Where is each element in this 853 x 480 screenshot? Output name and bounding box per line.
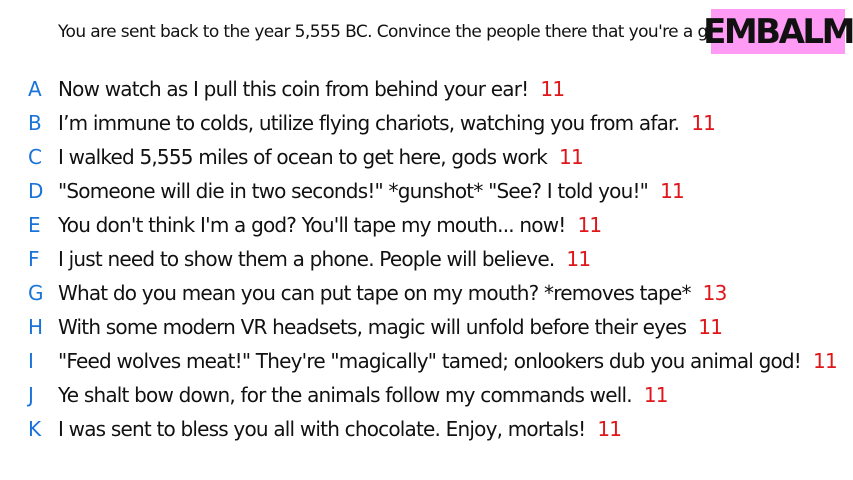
answer-score: 11: [597, 417, 622, 441]
answer-row-f: F I just need to show them a phone. Peop…: [0, 242, 853, 276]
answer-letter: H: [28, 315, 43, 339]
answer-score: 11: [540, 77, 565, 101]
answer-row-g: G What do you mean you can put tape on m…: [0, 276, 853, 310]
answer-text: I walked 5,555 miles of ocean to get her…: [58, 145, 548, 169]
answer-row-j: J Ye shalt bow down, for the animals fol…: [0, 378, 853, 412]
answer-row-c: C I walked 5,555 miles of ocean to get h…: [0, 140, 853, 174]
answer-row-a: A Now watch as I pull this coin from beh…: [0, 72, 853, 106]
answer-score: 11: [691, 111, 716, 135]
answer-letter: J: [28, 383, 34, 407]
answer-text: "Someone will die in two seconds!" *guns…: [58, 179, 649, 203]
brand-logo-text: EMBALM: [703, 11, 853, 52]
answer-score: 11: [813, 349, 838, 373]
answer-row-k: K I was sent to bless you all with choco…: [0, 412, 853, 446]
answer-row-i: I "Feed wolves meat!" They're "magically…: [0, 344, 853, 378]
prompt-text: You are sent back to the year 5,555 BC. …: [58, 22, 733, 42]
answer-text: Ye shalt bow down, for the animals follo…: [58, 383, 633, 407]
answer-letter: D: [28, 179, 43, 203]
answer-score: 11: [643, 383, 669, 407]
answer-score: 11: [577, 213, 602, 237]
answer-row-e: E You don't think I'm a god? You'll tape…: [0, 208, 853, 242]
answer-text: I was sent to bless you all with chocola…: [58, 417, 586, 441]
answer-text: With some modern VR headsets, magic will…: [58, 315, 687, 339]
answer-text: I’m immune to colds, utilize flying char…: [58, 111, 680, 135]
answer-letter: A: [28, 77, 42, 101]
answer-text: You don't think I'm a god? You'll tape m…: [58, 213, 566, 237]
answer-letter: I: [28, 349, 34, 373]
answer-score: 11: [566, 247, 591, 271]
answer-row-d: D "Someone will die in two seconds!" *gu…: [0, 174, 853, 208]
answer-letter: C: [28, 145, 42, 169]
answer-score: 11: [559, 145, 584, 169]
answer-letter: F: [28, 247, 40, 271]
answer-text: "Feed wolves meat!" They're "magically" …: [58, 349, 802, 373]
answer-score: 11: [660, 179, 685, 203]
answer-text: What do you mean you can put tape on my …: [58, 281, 691, 305]
answer-row-b: B I’m immune to colds, utilize flying ch…: [0, 106, 853, 140]
answer-letter: G: [28, 281, 44, 305]
answer-score: 11: [698, 315, 723, 339]
answer-letter: K: [28, 417, 41, 441]
answer-letter: E: [28, 213, 41, 237]
brand-logo: EMBALM: [703, 9, 853, 54]
answer-score: 13: [702, 281, 728, 305]
answer-row-h: H With some modern VR headsets, magic wi…: [0, 310, 853, 344]
answer-text: Now watch as I pull this coin from behin…: [58, 77, 529, 101]
answer-list: A Now watch as I pull this coin from beh…: [0, 72, 853, 446]
answer-letter: B: [28, 111, 42, 135]
answer-text: I just need to show them a phone. People…: [58, 247, 555, 271]
